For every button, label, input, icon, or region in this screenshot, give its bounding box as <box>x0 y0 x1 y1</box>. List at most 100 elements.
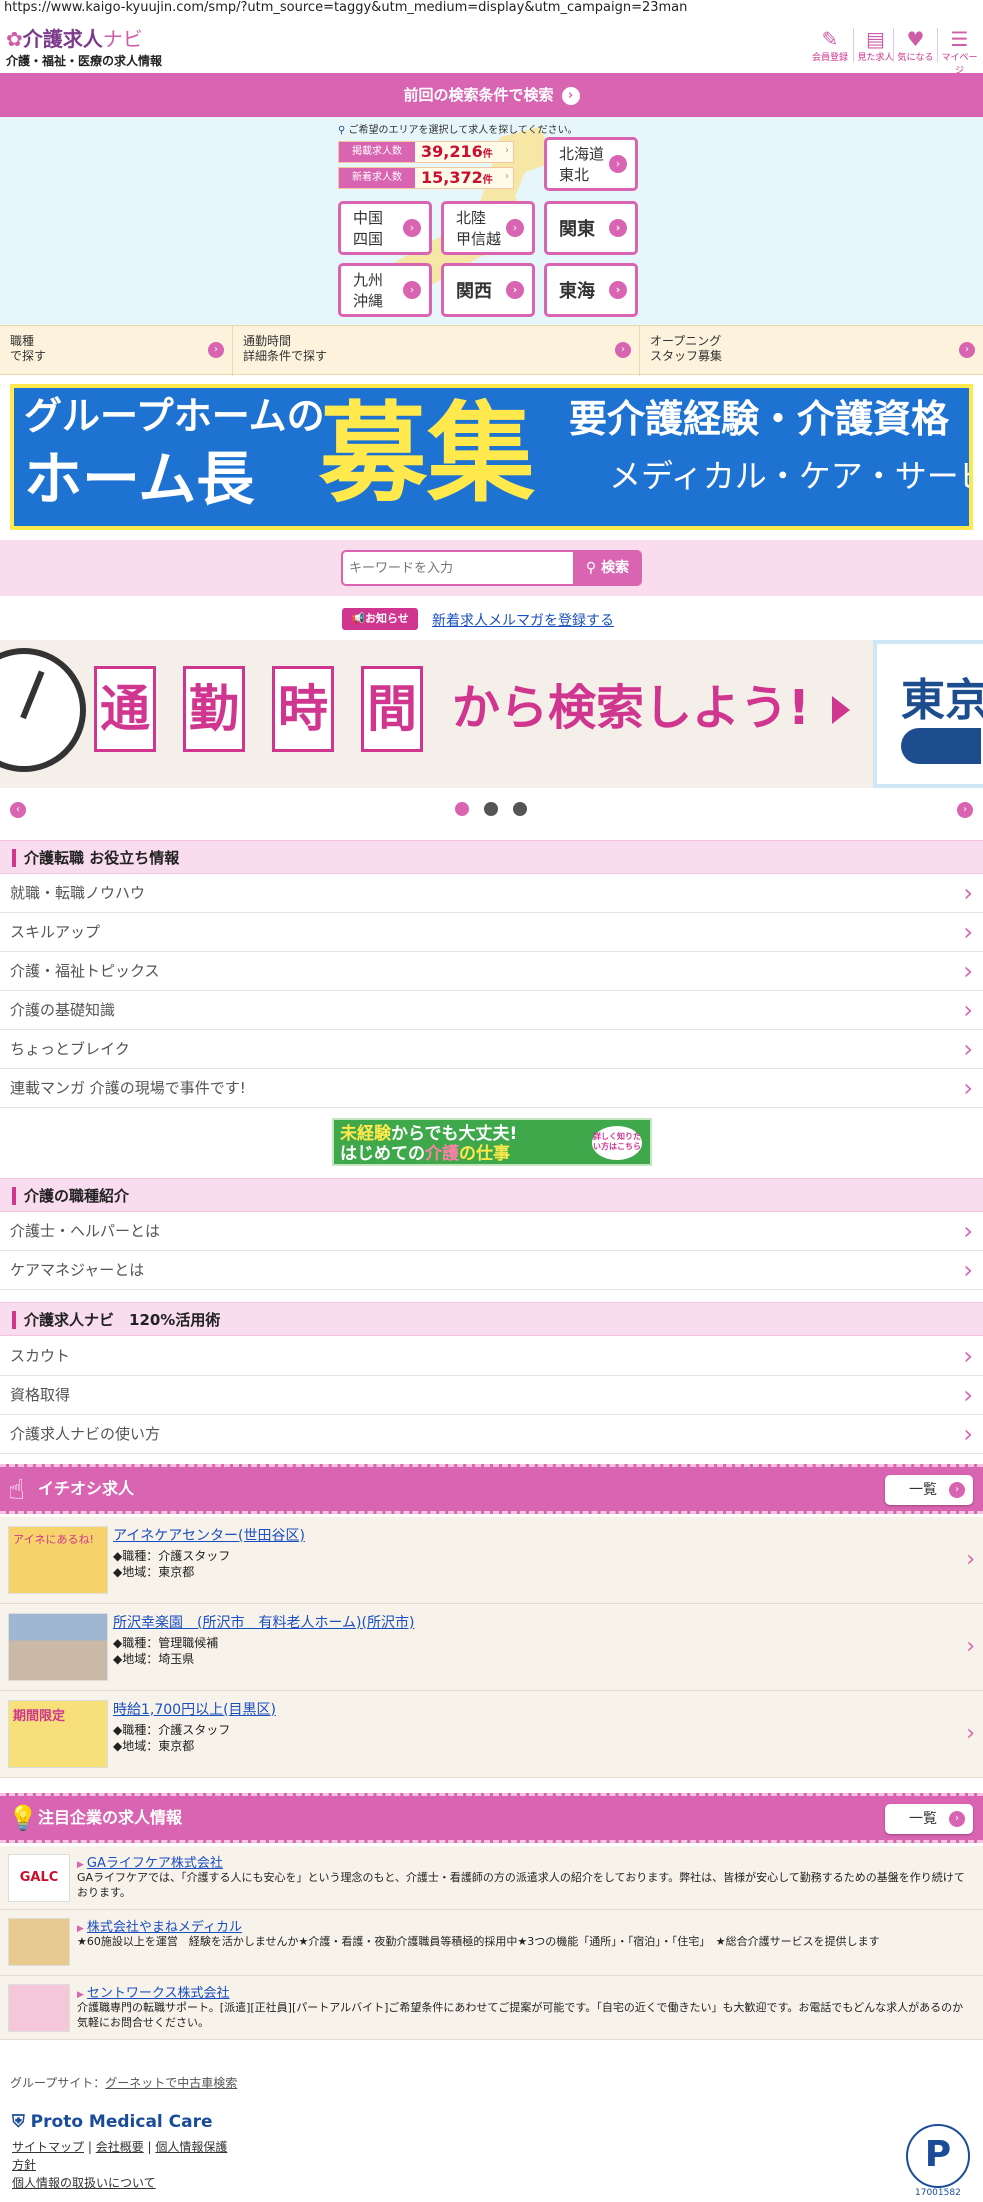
area-guide-text: ご希望のエリアを選択して求人を探してください。 <box>348 125 578 136</box>
recruit-banner[interactable]: グループホームの ホーム長 募集 要介護経験・介護資格 メディカル・ケア・サービ… <box>10 384 973 530</box>
companies-header: 💡 注目企業の求人情報 一覧 › <box>0 1793 983 1843</box>
footer-link-privacy[interactable]: 個人情報保護 <box>155 2140 227 2154</box>
region-line1: 東海 <box>559 281 595 302</box>
carousel-dot[interactable] <box>513 802 527 816</box>
footer-link-policy[interactable]: 方針 <box>12 2158 36 2172</box>
company-desc: ★60施設以上を運営 経験を活かしませんか★介護・看護・夜勤介護職員等積極的採用… <box>77 1935 880 1948</box>
company-item[interactable]: セントワークス株式会社 介護職専門の転職サポート。[派遣][正社員][パートアル… <box>0 1976 983 2040</box>
group-link[interactable]: グーネットで中古車検索 <box>105 2076 237 2090</box>
nav-mypage[interactable]: ☰ マイページ <box>937 28 981 76</box>
list-item-label: 就職・転職ノウハウ <box>10 884 146 902</box>
list-item[interactable]: 介護・福祉トピックス <box>0 952 983 991</box>
region-hokkaido-tohoku[interactable]: 北海道 東北 › <box>544 137 638 191</box>
nav-favorite[interactable]: ♥ 気になる <box>893 27 937 63</box>
heart-icon: ♥ <box>906 27 925 51</box>
list-item[interactable]: スカウト <box>0 1337 983 1376</box>
footer-link-company[interactable]: 会社概要 <box>96 2140 144 2154</box>
search-button[interactable]: ⚲ 検索 <box>573 550 642 586</box>
newsletter-link[interactable]: 新着求人メルマガを登録する <box>432 610 614 630</box>
footer-links: サイトマップ | 会社概要 | 個人情報保護 方針 個人情報の取扱いについて <box>12 2140 228 2190</box>
carousel[interactable]: 通 勤 時 間 から検索しよう! 東京 <box>0 640 983 788</box>
chevron-right-icon <box>963 1415 973 1456</box>
clock-icon <box>0 648 86 772</box>
region-hokuriku[interactable]: 北陸 甲信越 › <box>441 201 535 255</box>
search-input[interactable] <box>341 550 574 586</box>
job-title-link[interactable]: 時給1,700円以上(目黒区) <box>113 1699 276 1719</box>
region-kyushu-okinawa[interactable]: 九州 沖縄 › <box>338 263 432 317</box>
list-item[interactable]: 就職・転職ノウハウ <box>0 874 983 913</box>
section-header-jobs-intro: 介護の職種紹介 <box>0 1178 983 1212</box>
company-item[interactable]: GALC GAライフケア株式会社 GAライフケアでは、「介護する人にも安心を」と… <box>0 1846 983 1910</box>
pmc-icon: ⛨ <box>12 2112 25 2132</box>
job-thumbnail: 期間限定 <box>8 1700 108 1768</box>
tab-opening[interactable]: オープニング スタッフ募集 › <box>639 326 983 376</box>
featured-job[interactable]: アイネにあるね! アイネケアセンター(世田谷区) ◆職種：介護スタッフ ◆地域：… <box>0 1517 983 1604</box>
privacy-mark-icon[interactable]: P <box>906 2124 970 2188</box>
group-label: グループサイト： <box>10 2076 106 2090</box>
count-label: 掲載求人数 <box>339 142 415 162</box>
region-tokai[interactable]: 東海 › <box>544 263 638 317</box>
featured-more-button[interactable]: 一覧 › <box>885 1475 973 1505</box>
chevron-right-icon: › <box>615 342 631 358</box>
region-kansai[interactable]: 関西 › <box>441 263 535 317</box>
list-item[interactable]: スキルアップ <box>0 913 983 952</box>
chevron-right-icon: › <box>505 145 509 156</box>
companies-title: 注目企業の求人情報 <box>38 1808 183 1827</box>
megaphone-icon: 📢 <box>351 612 365 625</box>
featured-job[interactable]: 所沢幸楽園 (所沢市 有料老人ホーム)(所沢市) ◆職種：管理職候補 ◆地域：埼… <box>0 1604 983 1691</box>
nav-label: 会員登録 <box>811 53 848 63</box>
carousel-next-button[interactable]: › <box>957 802 973 818</box>
list-item[interactable]: 資格取得 <box>0 1376 983 1415</box>
list-item[interactable]: ケアマネジャーとは <box>0 1251 983 1290</box>
list-item[interactable]: 介護求人ナビの使い方 <box>0 1415 983 1454</box>
company-name-link[interactable]: 株式会社やまねメディカル <box>77 1916 242 1935</box>
carousel-next-slide[interactable]: 東京 <box>873 640 983 788</box>
chevron-right-icon <box>963 991 973 1032</box>
featured-job[interactable]: 期間限定 時給1,700円以上(目黒区) ◆職種：介護スタッフ ◆地域：東京都 … <box>0 1691 983 1778</box>
carousel-prev-button[interactable]: ‹ <box>10 802 26 818</box>
nav-viewed[interactable]: ▤ 見た求人 <box>853 28 897 63</box>
job-type: ◆職種：介護スタッフ <box>113 1723 231 1737</box>
section-title: 介護求人ナビ 120%活用術 <box>24 1311 221 1329</box>
carousel-dot[interactable] <box>484 802 498 816</box>
chevron-right-icon <box>963 874 973 915</box>
thumb-text: 期間限定 <box>13 1709 66 1724</box>
pin-icon: ⚲ <box>338 125 346 136</box>
list-item-label: スキルアップ <box>10 923 101 941</box>
footer-link-sitemap[interactable]: サイトマップ <box>12 2140 84 2154</box>
site-logo[interactable]: ✿介護求人ナビ 介護・福祉・医療の求人情報 <box>6 28 162 69</box>
region-kanto[interactable]: 関東 › <box>544 201 638 255</box>
mb-text: 介護 <box>425 1144 459 1164</box>
list-item[interactable]: ちょっとブレイク <box>0 1030 983 1069</box>
region-line1: 中国 <box>353 209 384 227</box>
region-line2: 甲信越 <box>456 230 502 248</box>
job-title-link[interactable]: 所沢幸楽園 (所沢市 有料老人ホーム)(所沢市) <box>113 1612 414 1632</box>
job-title-link[interactable]: アイネケアセンター(世田谷区) <box>113 1525 305 1545</box>
chevron-right-icon: › <box>609 281 627 299</box>
nav-register[interactable]: ✎ 会員登録 <box>808 28 852 63</box>
companies-more-button[interactable]: 一覧 › <box>885 1804 973 1834</box>
tab-occupation[interactable]: 職種 で探す › <box>0 326 232 376</box>
prev-search-button[interactable]: 前回の検索条件で検索 › <box>0 73 983 117</box>
list-item[interactable]: 介護士・ヘルパーとは <box>0 1212 983 1251</box>
list-item[interactable]: 連載マンガ 介護の現場で事件です! <box>0 1069 983 1108</box>
beginner-banner[interactable]: 未経験からでも大丈夫! はじめての介護の仕事 詳しく知りたい方はこちら <box>332 1118 652 1166</box>
count-listed: 掲載求人数 39,216件 › <box>338 141 514 163</box>
count-unit: 件 <box>482 149 493 160</box>
mb-text: はじめての <box>340 1144 425 1164</box>
carousel-dot[interactable] <box>455 802 469 816</box>
section-title: 介護の職種紹介 <box>24 1187 130 1205</box>
company-name-link[interactable]: GAライフケア株式会社 <box>77 1852 223 1871</box>
more-label: 一覧 <box>909 1482 937 1498</box>
region-chugoku-shikoku[interactable]: 中国 四国 › <box>338 201 432 255</box>
url-bar[interactable]: https://www.kaigo-kyuujin.com/smp/?utm_s… <box>4 0 687 22</box>
mb-text: の仕事 <box>459 1144 510 1164</box>
logo-sub: ナビ <box>102 27 143 51</box>
company-item[interactable]: 株式会社やまねメディカル ★60施設以上を運営 経験を活かしませんか★介護・看護… <box>0 1910 983 1976</box>
company-name-link[interactable]: セントワークス株式会社 <box>77 1982 230 2001</box>
footer-link-personal-info[interactable]: 個人情報の取扱いについて <box>12 2176 156 2190</box>
count-unit: 件 <box>482 175 493 186</box>
list-item[interactable]: 介護の基礎知識 <box>0 991 983 1030</box>
tab-commute[interactable]: 通勤時間 詳細条件で探す › <box>232 326 639 376</box>
logo-main: 介護求人 <box>22 27 103 51</box>
